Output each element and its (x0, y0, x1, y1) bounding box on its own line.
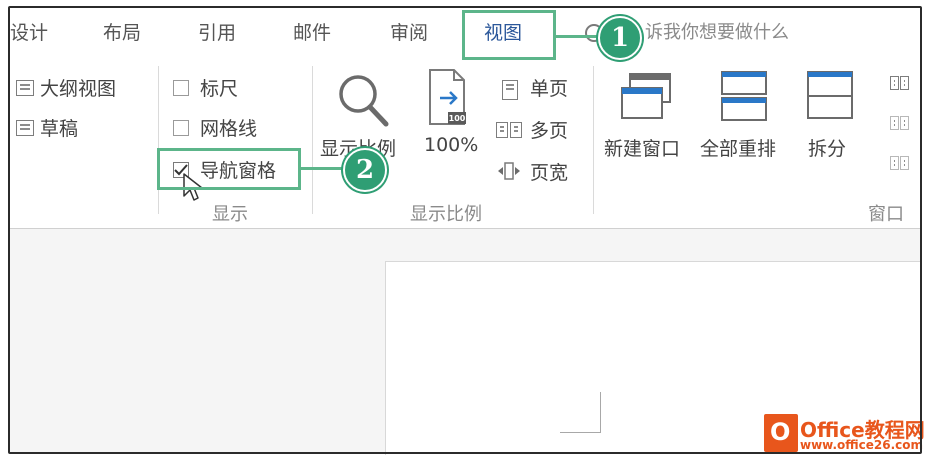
tab-layout[interactable]: 布局 (103, 16, 141, 50)
callout-badge-1: 1 (598, 16, 642, 60)
tab-review[interactable]: 审阅 (390, 16, 428, 50)
callout-connector (556, 35, 600, 38)
callout-badge-2: 2 (343, 148, 387, 192)
page-width-button[interactable]: 页宽 (530, 158, 568, 185)
multi-page-icon (496, 122, 524, 138)
group-divider (593, 66, 594, 214)
outline-view-button[interactable]: 大纲视图 (40, 74, 116, 101)
group-divider (158, 66, 159, 214)
zoom-100-icon-text: 100 (449, 114, 466, 123)
multi-page-button[interactable]: 多页 (530, 116, 568, 143)
zoom-icon[interactable] (336, 72, 392, 130)
zoom-100-button[interactable]: 100% (424, 134, 478, 156)
margin-corner-mark (560, 392, 601, 433)
office-logo-icon (764, 414, 798, 452)
ruler-checkbox[interactable] (173, 80, 189, 96)
draft-view-button[interactable]: 草稿 (40, 114, 78, 141)
tab-design[interactable]: 设计 (10, 16, 48, 50)
group-divider (312, 66, 313, 214)
search-placeholder: 诉我你想要做什么 (645, 22, 789, 43)
watermark-url: www.office26.com (800, 438, 924, 452)
arrange-all-icon[interactable] (720, 70, 768, 122)
show-group-label: 显示 (212, 204, 248, 225)
zoom-group-label: 显示比例 (410, 204, 482, 225)
side-by-side-icons[interactable] (886, 76, 916, 196)
outline-view-icon (16, 80, 34, 96)
new-window-icon[interactable] (620, 72, 674, 122)
arrange-all-button[interactable]: 全部重排 (700, 134, 776, 161)
page-width-icon (498, 162, 520, 180)
split-button[interactable]: 拆分 (808, 134, 846, 161)
one-page-button[interactable]: 单页 (530, 74, 568, 101)
gridlines-checkbox[interactable] (173, 120, 189, 136)
ribbon-view-panel: 大纲视图 草稿 标尺 网格线 导航窗格 显示 显示比例 (10, 58, 920, 229)
split-icon[interactable] (806, 70, 854, 122)
window-group-label: 窗口 (868, 204, 904, 225)
tab-mailings[interactable]: 邮件 (293, 16, 331, 50)
callout-box-nav-pane (157, 148, 301, 190)
zoom-100-icon[interactable]: 100 (428, 68, 468, 128)
tab-references[interactable]: 引用 (198, 16, 236, 50)
gridlines-label: 网格线 (200, 118, 258, 140)
draft-view-icon (16, 120, 34, 136)
callout-box-view-tab (462, 10, 556, 60)
callout-connector (301, 167, 345, 170)
word-window: 设计 布局 引用 邮件 审阅 视图 诉我你想要做什么 大纲视图 草稿 标尺 网格… (0, 0, 930, 462)
new-window-button[interactable]: 新建窗口 (604, 134, 680, 161)
ruler-label: 标尺 (200, 78, 239, 100)
one-page-icon (502, 80, 518, 100)
